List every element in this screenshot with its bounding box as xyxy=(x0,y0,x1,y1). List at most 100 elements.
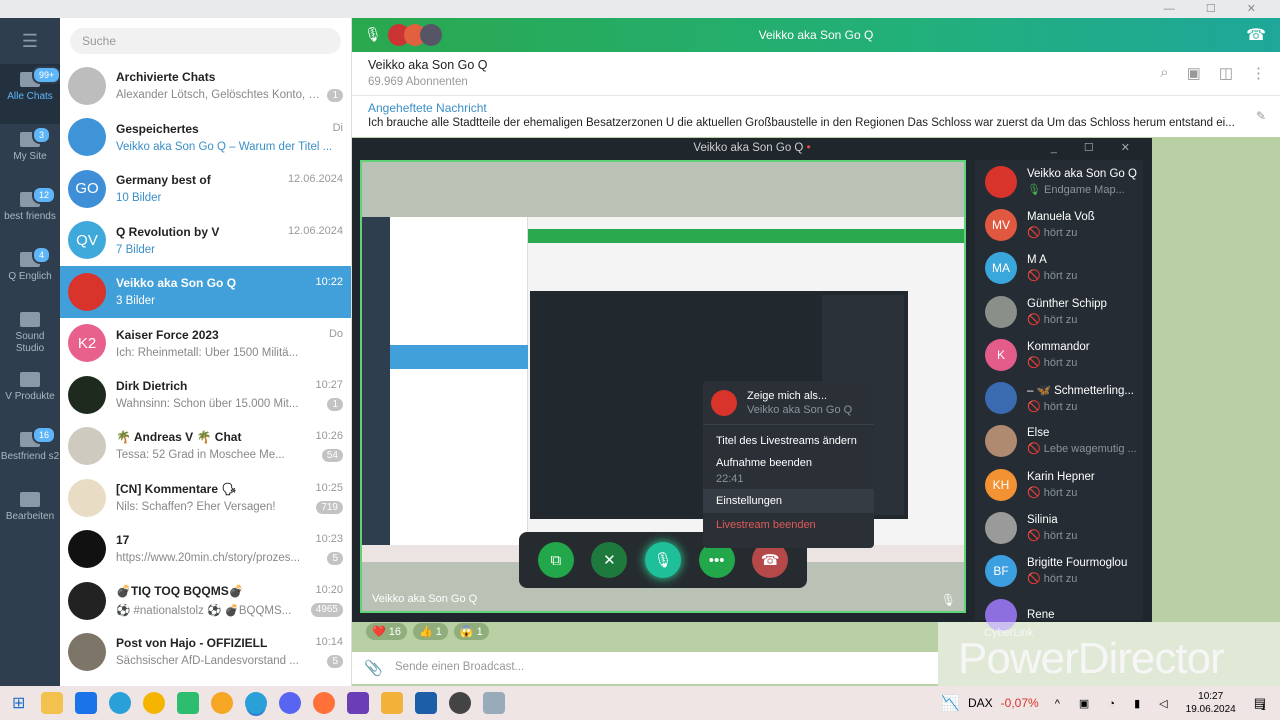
folder-best-friends[interactable]: 12 best friends xyxy=(0,184,60,244)
clock[interactable]: 10:27 19.06.2024 xyxy=(1186,690,1236,716)
search-icon[interactable]: ⌕ xyxy=(1160,64,1168,82)
firefox-icon[interactable] xyxy=(313,692,336,714)
attach-icon[interactable]: 📎 xyxy=(364,659,383,677)
video-chat-icon[interactable]: ▣ xyxy=(1187,64,1201,82)
window-controls[interactable]: — ☐ ✕ xyxy=(1164,2,1270,15)
reaction[interactable]: 😱 1 xyxy=(453,623,489,640)
app-icon[interactable] xyxy=(483,692,506,714)
browser-icon[interactable] xyxy=(211,692,234,714)
participant[interactable]: BF Brigitte Fourmoglou 🚫 hört zu xyxy=(975,550,1143,593)
notification-icon[interactable]: ▤ 1 xyxy=(1254,695,1266,712)
chat-row[interactable]: 🌴 Andreas V 🌴 Chat 10:26 Tessa: 52 Grad i… xyxy=(60,421,351,473)
folder-sound-studio[interactable]: Sound Studio xyxy=(0,304,60,364)
call-window-controls[interactable]: _ ☐ ✕ xyxy=(1051,141,1142,154)
folder-my-site[interactable]: 3 My Site xyxy=(0,124,60,184)
chat-name: 💣TIQ TOQ BQQMS💣 xyxy=(116,584,244,599)
discord-icon[interactable] xyxy=(279,692,302,714)
avatar: GO xyxy=(68,169,106,208)
folder-sidebar: ☰ 99+ Alle Chats 3 My Site 12 best friends 4 Q … xyxy=(0,18,62,686)
pin-list-icon[interactable]: ✎ xyxy=(1256,109,1266,123)
camera-off-button[interactable]: ✕ xyxy=(591,542,628,578)
participant-name: Brigitte Fourmoglou xyxy=(1027,557,1128,570)
more-icon[interactable]: ⋮ xyxy=(1251,64,1266,82)
muted-mic-icon: 🚫 xyxy=(1027,270,1041,283)
chat-row[interactable]: GO Germany best of 12.06.2024 10 Bilder xyxy=(60,163,351,215)
folder-label: V Produkte xyxy=(5,391,55,402)
chat-time: 10:22 xyxy=(315,276,343,289)
participant[interactable]: Else 🚫 Lebe wagemutig ... xyxy=(975,420,1143,463)
headphones-icon[interactable] xyxy=(347,692,370,714)
participant-name: Karin Hepner xyxy=(1027,470,1095,483)
menu-item-change-title[interactable]: Titel des Livestreams ändern xyxy=(703,429,874,453)
search-input[interactable]: Suche xyxy=(70,28,341,54)
avatar xyxy=(985,512,1017,545)
chat-time: 12.06.2024 xyxy=(287,173,343,186)
telegram-icon[interactable] xyxy=(245,692,268,714)
participant[interactable]: – 🦋 Schmetterling... 🚫 hört zu xyxy=(975,376,1143,419)
channel-title[interactable]: Veikko aka Son Go Q xyxy=(368,58,488,72)
show-as-label[interactable]: Zeige mich als... xyxy=(747,390,852,402)
folder-bestfriend-s2[interactable]: 16 Bestfriend s2 xyxy=(0,424,60,484)
menu-item-stop-recording[interactable]: Aufnahme beenden xyxy=(703,453,874,473)
app-icon[interactable] xyxy=(449,692,472,714)
menu-item-end-livestream[interactable]: Livestream beenden xyxy=(703,513,874,537)
chat-row[interactable]: K2 Kaiser Force 2023 Do Ich: Rheinmetall:… xyxy=(60,318,351,370)
chrome-icon[interactable] xyxy=(143,692,166,714)
participant[interactable]: MA M A 🚫 hört zu xyxy=(975,247,1143,290)
app-icon[interactable] xyxy=(177,692,200,714)
call-window-title: Veikko aka Son Go Q xyxy=(693,142,804,154)
tray-icons[interactable]: ^ ▣ ◔ ▮ ◁ xyxy=(1055,697,1176,710)
participant-name: Rene xyxy=(1027,608,1055,621)
folder-label: Bearbeiten xyxy=(5,511,55,522)
participant-name: Silinia xyxy=(1027,514,1058,527)
chat-row[interactable]: Veikko aka Son Go Q 10:22 3 Bilder xyxy=(60,266,351,318)
folder-v-produkte[interactable]: V Produkte xyxy=(0,364,60,424)
chat-name: Gespeichertes xyxy=(116,121,199,136)
chat-row[interactable]: 💣TIQ TOQ BQQMS💣 10:20 ⚽ #nationalstolz ⚽ … xyxy=(60,575,351,627)
stock-change: -0,07% xyxy=(1000,696,1039,710)
chat-row[interactable]: Post von Hajo - OFFIZIELL 10:14 Sächsisch… xyxy=(60,627,351,679)
call-bar-title: Veikko aka Son Go Q xyxy=(758,28,874,42)
chat-row[interactable]: QV Q Revolution by V 12.06.2024 7 Bilder xyxy=(60,215,351,267)
sidebar-toggle-icon[interactable]: ◫ xyxy=(1219,64,1233,82)
participant[interactable]: KH Karin Hepner 🚫 hört zu xyxy=(975,463,1143,506)
unread-count: 719 xyxy=(316,500,343,514)
participant[interactable]: Günther Schipp 🚫 hört zu xyxy=(975,290,1143,333)
menu-item-settings[interactable]: Einstellungen xyxy=(703,489,874,513)
windows-start-icon[interactable]: ⊞ xyxy=(12,693,25,713)
dropbox-icon[interactable] xyxy=(75,692,98,714)
app-icon[interactable] xyxy=(415,692,438,714)
participant[interactable]: Silinia 🚫 hört zu xyxy=(975,506,1143,549)
chat-row[interactable]: Gespeichertes Di Veikko aka Son Go Q – Wa… xyxy=(60,112,351,164)
reaction[interactable]: 👍 1 xyxy=(413,623,448,640)
chat-row[interactable]: [CN] Kommentare 🗣 10:25 Nils: Schaffen? E… xyxy=(60,472,351,524)
edge-icon[interactable] xyxy=(109,692,132,714)
avatar xyxy=(68,581,106,620)
menu-icon[interactable]: ☰ xyxy=(0,18,60,64)
chat-preview: ⚽ #nationalstolz ⚽ 💣BQQMS... xyxy=(116,605,292,618)
participant[interactable]: K Kommandor 🚫 hört zu xyxy=(975,333,1143,376)
avatar xyxy=(985,295,1017,328)
chat-row[interactable]: Dirk Dietrich 10:27 Wahnsinn: Schon über … xyxy=(60,369,351,421)
reaction[interactable]: ❤️ 16 xyxy=(366,623,408,640)
pinned-message[interactable]: Angeheftete Nachricht Ich brauche alle S… xyxy=(352,97,1280,137)
stock-name[interactable]: DAX xyxy=(968,696,993,710)
file-explorer-icon[interactable] xyxy=(41,692,64,714)
chat-row[interactable]: Archivierte Chats Alexander Lötsch, Gelö… xyxy=(60,60,351,112)
folder-q-englich[interactable]: 4 Q Englich xyxy=(0,244,60,304)
broadcast-input[interactable]: Sende einen Broadcast... xyxy=(395,661,524,673)
screen-share-button[interactable]: ⧉ xyxy=(537,542,574,578)
folder-alle-chats[interactable]: 99+ Alle Chats xyxy=(0,64,62,124)
participant[interactable]: MV Manuela Voß 🚫 hört zu xyxy=(975,203,1143,246)
group-call-bar[interactable]: 🎙 Veikko aka Son Go Q ☎ xyxy=(352,18,1280,52)
hang-up-icon[interactable]: ☎ xyxy=(1246,25,1266,45)
participant[interactable]: Veikko aka Son Go Q 🎙 Endgame Map... xyxy=(975,160,1143,203)
chat-preview: https://www.20min.ch/story/prozes... xyxy=(116,552,301,565)
chat-name: Kaiser Force 2023 xyxy=(116,327,219,342)
taskbar: ⊞ 📉 DAX -0,07% ^ ▣ ◔ ▮ ◁ 10:27 19.06.2024… xyxy=(0,686,1280,720)
chat-row[interactable]: 17 10:23 https://www.20min.ch/story/proze… xyxy=(60,524,351,576)
folder-bearbeiten[interactable]: Bearbeiten xyxy=(0,484,60,544)
chat-preview: Tessa: 52 Grad in Moschee Me... xyxy=(116,449,285,462)
media-player-icon[interactable] xyxy=(381,692,404,714)
microphone-button[interactable]: 🎙 xyxy=(644,542,681,578)
